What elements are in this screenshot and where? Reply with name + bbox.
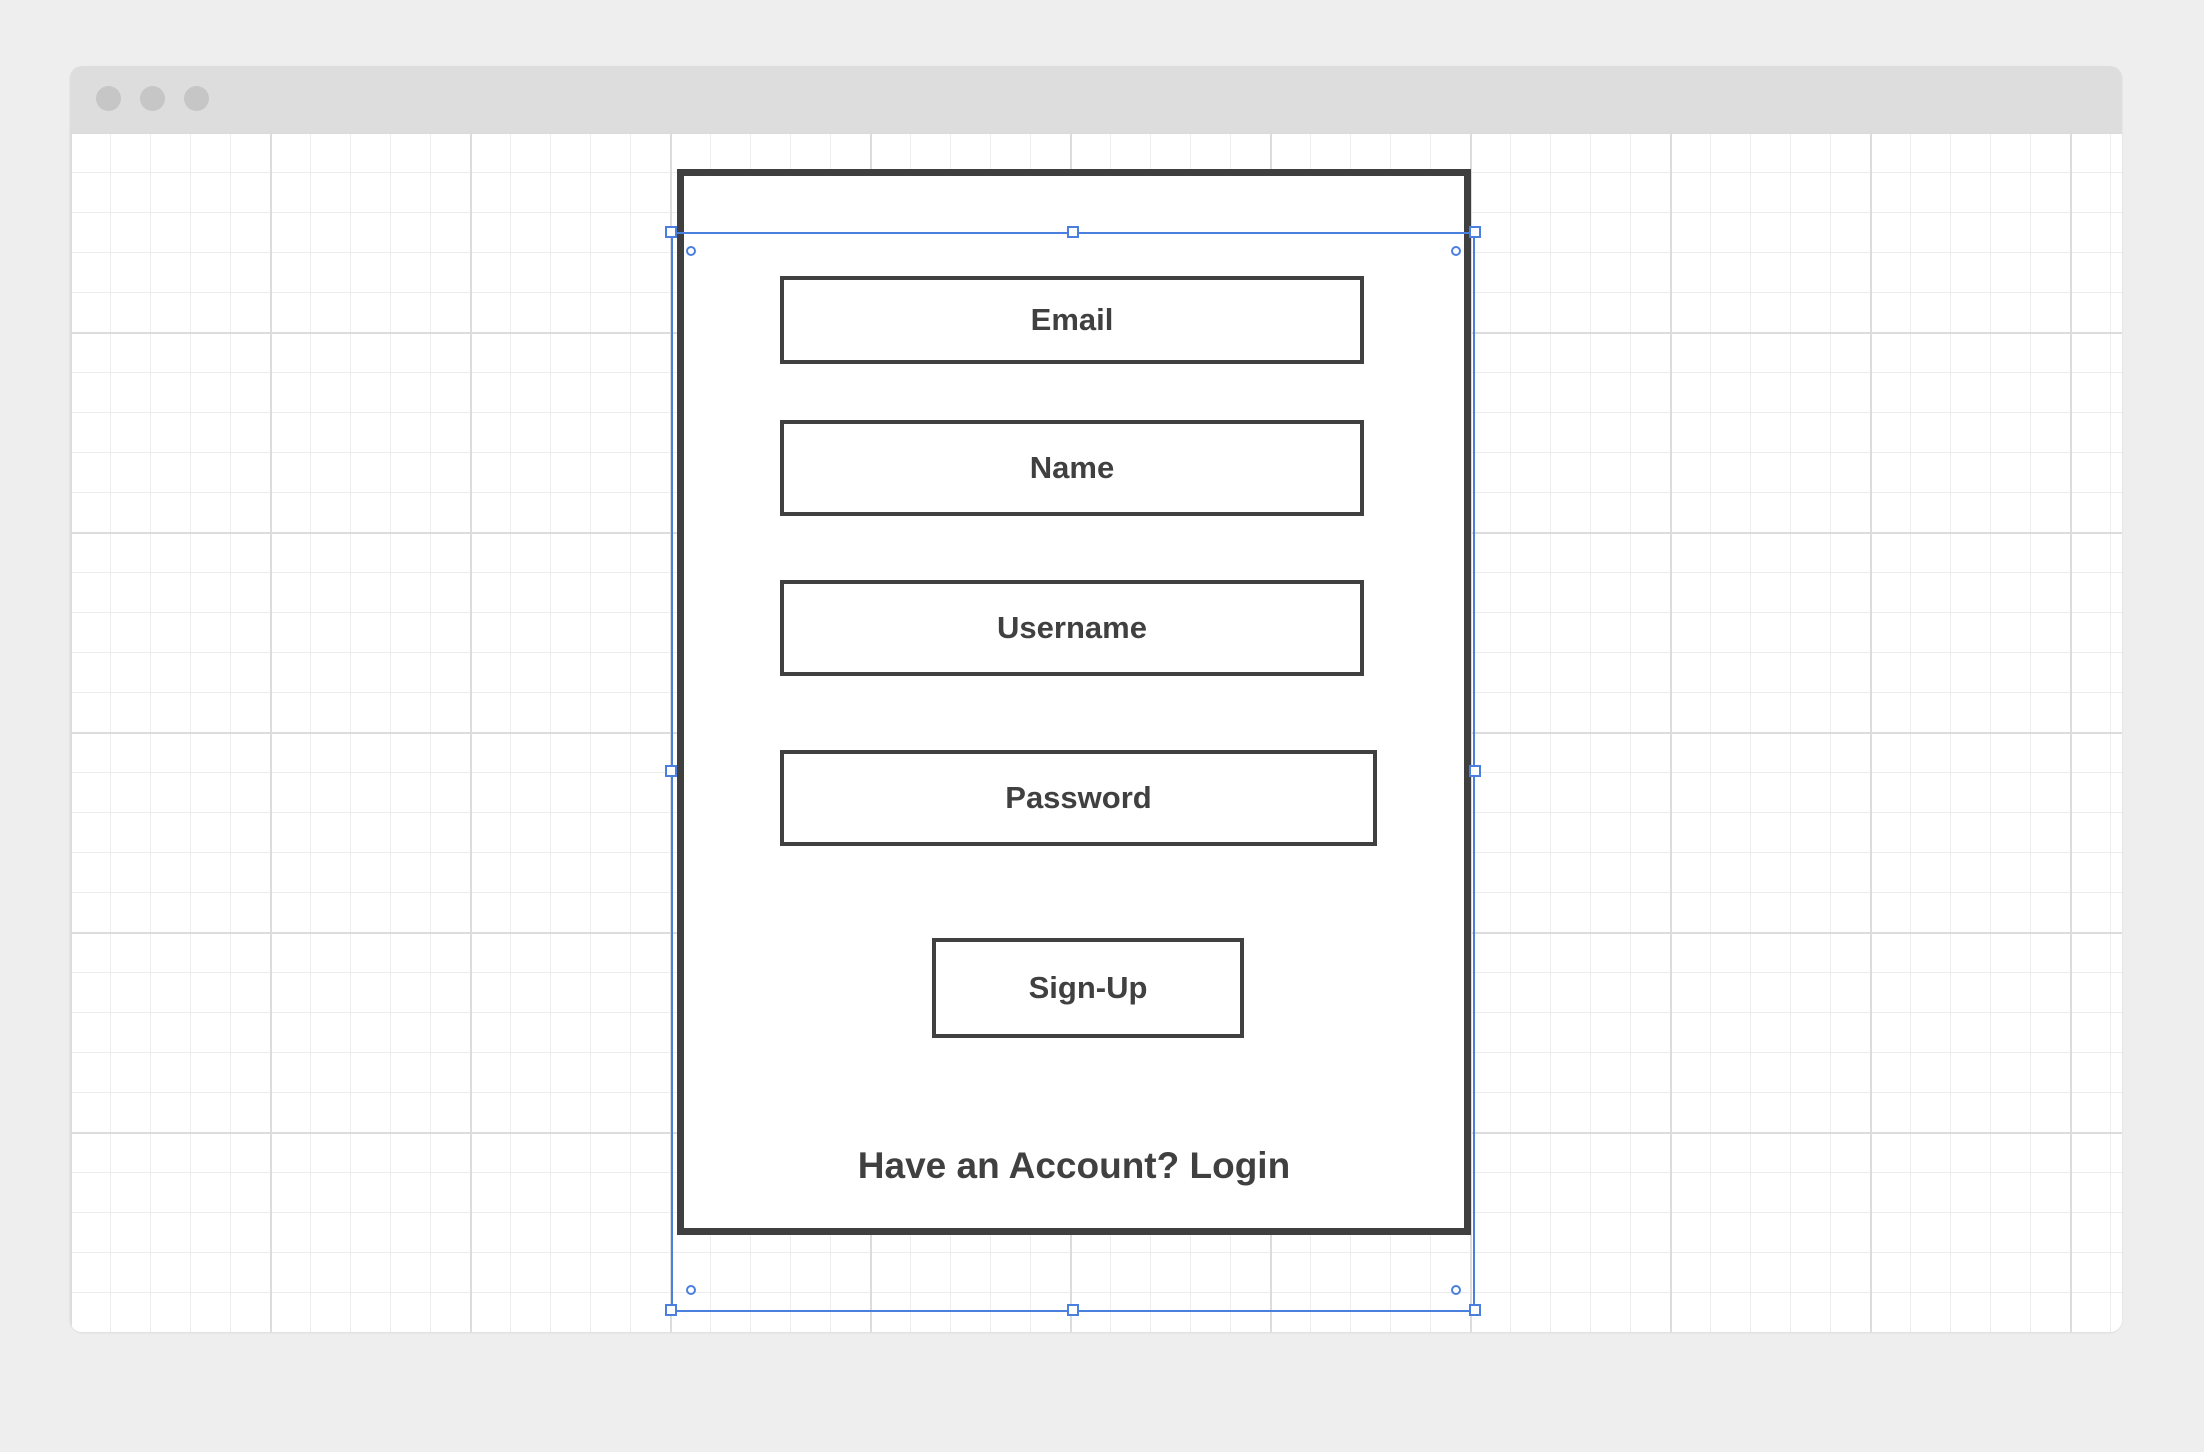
name-field-label: Name [1029,450,1115,485]
password-field-label: Password [1005,780,1152,815]
resize-handle-icon[interactable] [665,1304,677,1316]
resize-handle-icon[interactable] [1067,1304,1079,1316]
corner-radius-handle-icon[interactable] [686,1285,696,1295]
name-field[interactable]: Name [780,420,1364,516]
password-field[interactable]: Password [780,750,1377,846]
window-dot-icon[interactable] [96,86,121,111]
username-field-label: Username [997,610,1147,645]
window-titlebar [70,66,2122,132]
email-field-label: Email [1030,302,1114,337]
corner-radius-handle-icon[interactable] [1451,246,1461,256]
signup-form-frame[interactable]: Email Name Username Password Sign-Up Hav… [677,169,1471,1235]
corner-radius-handle-icon[interactable] [1451,1285,1461,1295]
resize-handle-icon[interactable] [1469,226,1481,238]
resize-handle-icon[interactable] [665,765,677,777]
login-link[interactable]: Have an Account? Login [684,1145,1464,1187]
email-field[interactable]: Email [780,276,1364,364]
resize-handle-icon[interactable] [1067,226,1079,238]
signup-button-label: Sign-Up [1028,970,1148,1005]
resize-handle-icon[interactable] [1469,1304,1481,1316]
design-canvas[interactable]: Email Name Username Password Sign-Up Hav… [70,132,2122,1332]
resize-handle-icon[interactable] [1469,765,1481,777]
resize-handle-icon[interactable] [665,226,677,238]
window-dot-icon[interactable] [140,86,165,111]
window-dot-icon[interactable] [184,86,209,111]
username-field[interactable]: Username [780,580,1364,676]
browser-window: Email Name Username Password Sign-Up Hav… [70,66,2122,1332]
signup-button[interactable]: Sign-Up [932,938,1244,1038]
corner-radius-handle-icon[interactable] [686,246,696,256]
